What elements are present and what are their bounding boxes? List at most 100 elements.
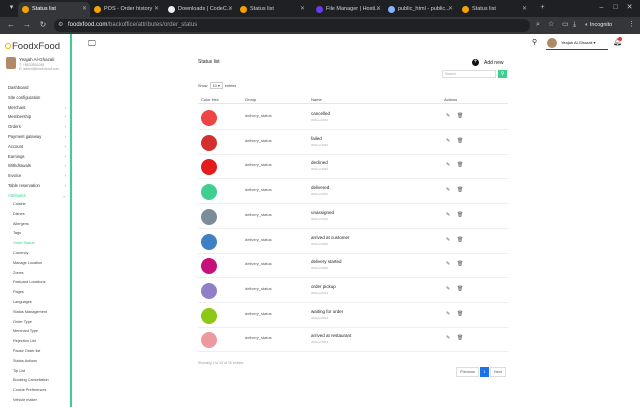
browser-tab[interactable]: POS - Order history ✕ <box>90 2 162 17</box>
sidebar-subitem[interactable]: Order Status <box>13 241 35 245</box>
edit-icon[interactable]: ✎ <box>446 138 450 144</box>
sidebar-item[interactable]: Account › <box>8 144 68 149</box>
delete-icon[interactable]: 🗑︎ <box>457 138 463 144</box>
edit-icon[interactable]: ✎ <box>446 162 450 168</box>
sidebar-subitem[interactable]: Tip List <box>13 369 25 373</box>
tab-search-icon[interactable]: ▭ <box>562 18 569 32</box>
edit-icon[interactable]: ✎ <box>446 187 450 193</box>
search-icon[interactable]: ⚲ <box>532 38 537 46</box>
maximize-icon[interactable]: □ <box>608 0 623 15</box>
close-tab-icon[interactable]: ✕ <box>228 2 233 17</box>
delete-icon[interactable]: 🗑︎ <box>457 311 463 317</box>
edit-icon[interactable]: ✎ <box>446 286 450 292</box>
column-header-group[interactable]: Group <box>245 97 256 102</box>
delete-icon[interactable]: 🗑︎ <box>457 286 463 292</box>
delete-icon[interactable]: 🗑︎ <box>457 212 463 218</box>
edit-icon[interactable]: ✎ <box>446 212 450 218</box>
sidebar-item[interactable]: Attributes ⌄ <box>8 193 68 198</box>
add-new-label: Add new <box>484 60 504 66</box>
monitor-icon[interactable]: 🖵 <box>88 39 96 49</box>
prev-page-button[interactable]: Previous <box>456 367 479 377</box>
sidebar-item[interactable]: Payment gateway › <box>8 134 68 139</box>
search-button[interactable]: ⚲ <box>498 70 507 78</box>
edit-icon[interactable]: ✎ <box>446 311 450 317</box>
close-tab-icon[interactable]: ✕ <box>522 2 527 17</box>
sidebar-subitem[interactable]: Featured Locations <box>13 280 46 284</box>
search-input[interactable]: Search <box>442 70 496 78</box>
column-header-name[interactable]: Name <box>311 97 322 102</box>
browser-tab[interactable]: File Manager | Hosti... ✕ <box>312 2 384 17</box>
bookmark-star-icon[interactable]: ☆ <box>548 18 554 32</box>
sidebar-subitem[interactable]: Pages <box>13 290 24 294</box>
delete-icon[interactable]: 🗑︎ <box>457 261 463 267</box>
incognito-indicator[interactable]: ◐ Incognito <box>585 19 612 32</box>
minimize-icon[interactable]: – <box>594 0 609 15</box>
browser-tab[interactable]: Downloads | CodeC... ✕ <box>164 2 236 17</box>
sidebar-subitem[interactable]: Currency <box>13 251 28 255</box>
delete-icon[interactable]: 🗑︎ <box>457 335 463 341</box>
user-menu[interactable]: Yeajah Al-Ghazali ▾ <box>546 38 608 50</box>
sidebar-subitem[interactable]: Booking Cancellation <box>13 378 49 382</box>
sidebar-subitem[interactable]: Merchant Type <box>13 329 38 333</box>
sidebar-subitem[interactable]: Dishes <box>13 212 25 216</box>
edit-icon[interactable]: ✎ <box>446 335 450 341</box>
edit-icon[interactable]: ✎ <box>446 261 450 267</box>
menu-kebab-icon[interactable]: ⋮ <box>628 18 635 32</box>
back-icon[interactable]: ← <box>4 18 18 32</box>
sidebar-item[interactable]: Merchant › <box>8 105 68 110</box>
tab-search-icon[interactable]: ▾ <box>4 0 19 15</box>
sidebar-item[interactable]: Orders › <box>8 124 68 129</box>
close-tab-icon[interactable]: ✕ <box>300 2 305 17</box>
sidebar-subitem[interactable]: Vehicle maker <box>13 398 37 402</box>
edit-icon[interactable]: ✎ <box>446 237 450 243</box>
sidebar-subitem[interactable]: Rejection List <box>13 339 36 343</box>
close-tab-icon[interactable]: ✕ <box>448 2 453 17</box>
sidebar-item[interactable]: Site configuration <box>8 95 68 100</box>
delete-icon[interactable]: 🗑︎ <box>457 237 463 243</box>
close-window-icon[interactable]: ✕ <box>622 0 637 15</box>
forward-icon[interactable]: → <box>20 18 34 32</box>
sidebar-subitem[interactable]: Status Actions <box>13 359 37 363</box>
url-field[interactable]: ⚙ foodxfood.com/backoffice/attributes/or… <box>54 19 530 32</box>
brand-logo[interactable]: FoodxFood <box>5 41 60 52</box>
sidebar-subitem[interactable]: Cuisine <box>13 202 26 206</box>
page-1-button[interactable]: 1 <box>480 367 489 377</box>
sidebar-item[interactable]: Dashboard <box>8 85 68 90</box>
sidebar-subitem[interactable]: Manage Location <box>13 261 42 265</box>
delete-icon[interactable]: 🗑︎ <box>457 113 463 119</box>
column-header-color[interactable]: Color Hex <box>201 97 219 102</box>
browser-tab[interactable]: Status list ✕ <box>236 2 308 17</box>
sidebar-subitem[interactable]: Tags <box>13 231 21 235</box>
zoom-icon[interactable]: ⌕ <box>536 18 540 32</box>
sidebar-subitem[interactable]: Pause Order list <box>13 349 40 353</box>
download-icon[interactable]: ⤓ <box>573 18 576 32</box>
status-name: delivery started <box>311 259 342 265</box>
sidebar-item[interactable]: Table reservation › <box>8 183 68 188</box>
sidebar-item[interactable]: Membership › <box>8 114 68 119</box>
sidebar-item[interactable]: Earnings › <box>8 154 68 159</box>
sidebar-subitem[interactable]: Languages <box>13 300 32 304</box>
status-group: delivery_status <box>245 137 272 143</box>
close-tab-icon[interactable]: ✕ <box>154 2 159 17</box>
close-tab-icon[interactable]: ✕ <box>82 2 87 17</box>
edit-icon[interactable]: ✎ <box>446 113 450 119</box>
next-page-button[interactable]: Next <box>490 367 506 377</box>
reload-icon[interactable]: ↻ <box>36 18 50 32</box>
delete-icon[interactable]: 🗑︎ <box>457 187 463 193</box>
close-tab-icon[interactable]: ✕ <box>376 2 381 17</box>
sidebar-subitem[interactable]: Zones <box>13 271 24 275</box>
browser-tab[interactable]: public_html - public... ✕ <box>384 2 456 17</box>
new-tab-button[interactable]: + <box>535 0 550 15</box>
sidebar-subitem[interactable]: Order Type <box>13 320 32 324</box>
browser-tab[interactable]: Status list ✕ <box>458 2 530 17</box>
delete-icon[interactable]: 🗑︎ <box>457 162 463 168</box>
browser-tab[interactable]: Status list ✕ <box>18 2 90 17</box>
sidebar-item[interactable]: Invoice › <box>8 173 68 178</box>
page-length-select[interactable]: 10 ▾ <box>209 82 223 89</box>
site-info-icon[interactable]: ⚙ <box>58 19 63 32</box>
sidebar-subitem[interactable]: Allergens <box>13 222 29 226</box>
color-swatch <box>201 282 217 299</box>
sidebar-subitem[interactable]: Status Management <box>13 310 47 314</box>
sidebar-item[interactable]: Withdrawals › <box>8 163 68 168</box>
sidebar-subitem[interactable]: Cookie Preferences <box>13 388 46 392</box>
